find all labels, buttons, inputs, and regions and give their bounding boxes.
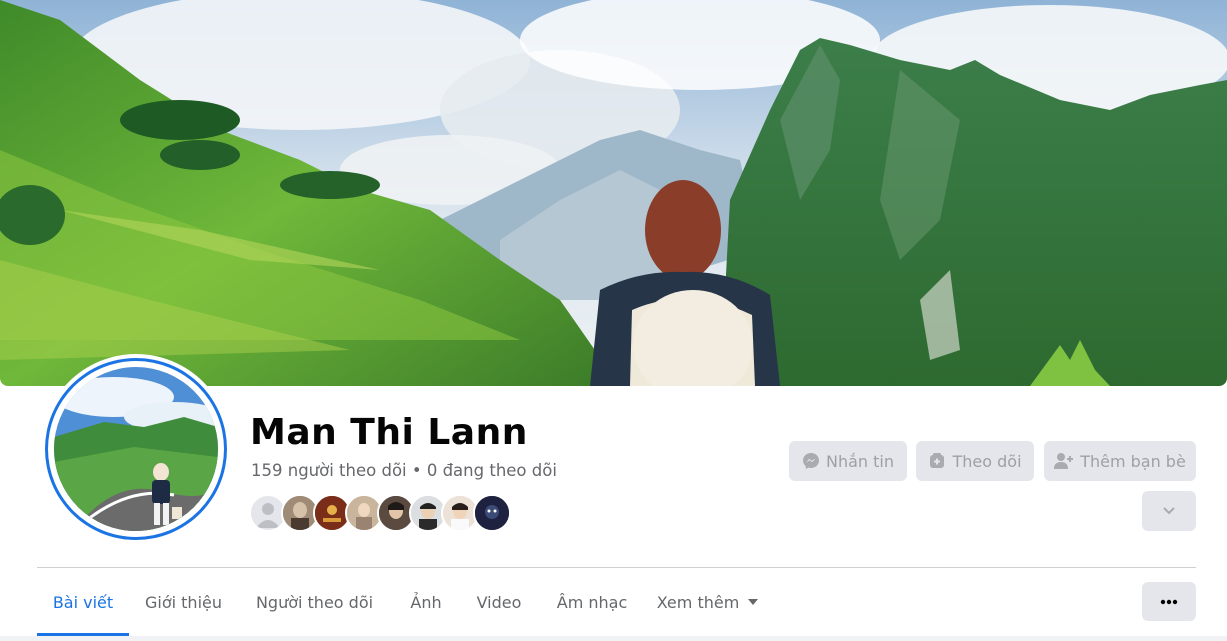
tab-posts[interactable]: Bài viết — [37, 568, 129, 636]
messenger-icon — [803, 453, 819, 469]
message-button-label: Nhắn tin — [826, 451, 894, 471]
story-ring — [45, 358, 227, 540]
profile-avatar[interactable] — [41, 354, 231, 544]
add-friend-button-label: Thêm bạn bè — [1080, 451, 1186, 471]
message-button[interactable]: Nhắn tin — [789, 441, 907, 481]
tab-video[interactable]: Video — [467, 568, 531, 636]
cover-photo[interactable] — [0, 0, 1227, 386]
profile-tabs: Bài viết Giới thiệu Người theo dõi Ảnh V… — [37, 568, 1137, 636]
tab-about[interactable]: Giới thiệu — [129, 568, 238, 636]
friend-avatar[interactable] — [473, 494, 511, 532]
follow-stats[interactable]: 159 người theo dõi • 0 đang theo dõi — [251, 461, 557, 480]
follow-button[interactable]: Theo dõi — [916, 441, 1034, 481]
follow-icon — [930, 453, 945, 468]
follow-button-label: Theo dõi — [952, 451, 1022, 471]
tab-music[interactable]: Âm nhạc — [549, 568, 635, 636]
caret-down-icon — [748, 599, 759, 605]
tab-photos[interactable]: Ảnh — [399, 568, 453, 636]
ellipsis-icon — [1160, 599, 1178, 604]
add-friend-icon — [1054, 453, 1074, 469]
expand-button[interactable] — [1142, 491, 1196, 531]
add-friend-button[interactable]: Thêm bạn bè — [1044, 441, 1196, 481]
more-options-button[interactable] — [1142, 582, 1196, 621]
chevron-down-icon — [1163, 507, 1175, 515]
tab-followers[interactable]: Người theo dõi — [241, 568, 388, 636]
profile-name: Man Thi Lann — [250, 412, 528, 453]
avatar-photo — [54, 367, 218, 531]
page-background-strip — [0, 636, 1227, 641]
mutual-friends-avatars[interactable] — [249, 494, 519, 532]
tab-see-more[interactable]: Xem thêm — [653, 568, 763, 636]
